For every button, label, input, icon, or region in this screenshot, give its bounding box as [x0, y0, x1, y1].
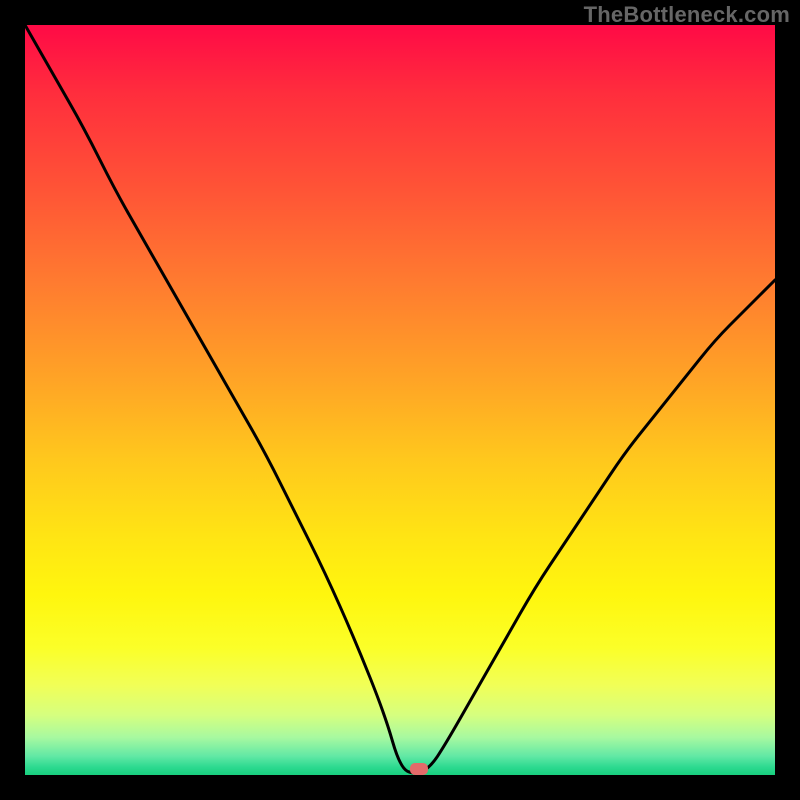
chart-frame: TheBottleneck.com	[0, 0, 800, 800]
curve-svg	[25, 25, 775, 775]
plot-area	[25, 25, 775, 775]
watermark-text: TheBottleneck.com	[584, 2, 790, 28]
bottleneck-curve-path	[25, 25, 775, 773]
optimum-marker	[410, 763, 428, 775]
